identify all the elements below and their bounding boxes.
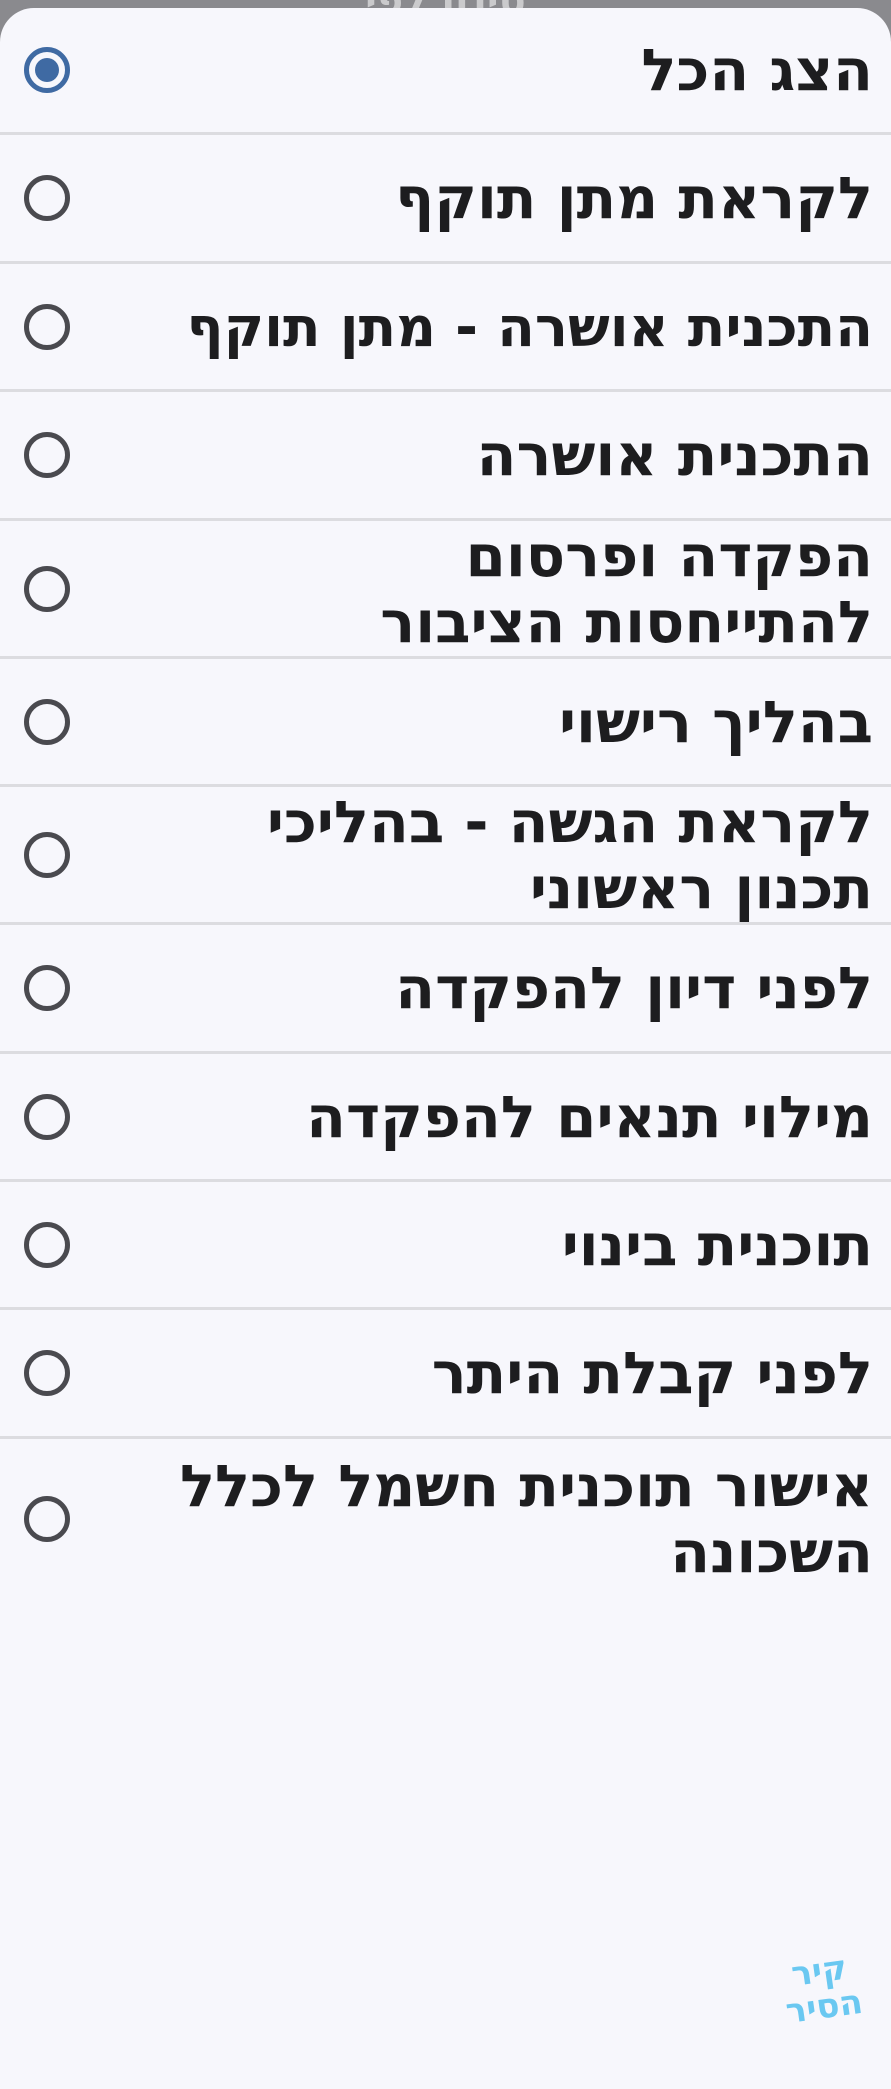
option-label: מילוי תנאים להפקדה [306, 1082, 873, 1151]
option-building-plan[interactable]: תוכנית בינוי [0, 1182, 891, 1310]
radio-unselected-icon[interactable] [24, 303, 70, 350]
radio-selected-icon[interactable] [24, 47, 70, 93]
option-label: לפני דיון להפקדה [395, 954, 873, 1022]
option-before-deposit-discussion[interactable]: לפני דיון להפקדה [0, 925, 891, 1054]
option-label: הצג הכל [641, 36, 873, 104]
radio-unselected-icon[interactable] [24, 1350, 70, 1396]
option-label: בהליך רישוי [558, 687, 873, 756]
option-deposit-conditions[interactable]: מילוי תנאים להפקדה [0, 1054, 891, 1182]
radio-unselected-icon[interactable] [24, 1496, 70, 1542]
radio-unselected-icon[interactable] [24, 565, 70, 612]
option-before-permit[interactable]: לפני קבלת היתר [0, 1310, 891, 1439]
option-electricity-plan-approval[interactable]: אישור תוכנית חשמל לכלל השכונה [0, 1439, 891, 1599]
option-towards-submission[interactable]: לקראת הגשה - בהליכי תכנון ראשוני [0, 787, 891, 925]
option-label: לקראת הגשה - בהליכי תכנון ראשוני [266, 787, 873, 922]
option-deposit-and-publication[interactable]: הפקדה ופרסום להתייחסות הציבור [0, 521, 891, 659]
radio-unselected-icon[interactable] [24, 1221, 70, 1268]
filter-bottom-sheet: הצג הכל לקראת מתן תוקף התכנית אושרה - מת… [0, 8, 891, 2089]
brand-logo: קיר הסיר [783, 1947, 866, 2033]
option-label: לקראת מתן תוקף [395, 164, 873, 232]
option-show-all[interactable]: הצג הכל [0, 8, 891, 135]
radio-unselected-icon[interactable] [24, 175, 70, 221]
option-plan-approved[interactable]: התכנית אושרה [0, 392, 891, 521]
option-towards-validation[interactable]: לקראת מתן תוקף [0, 135, 891, 264]
option-label: לפני קבלת היתר [431, 1339, 873, 1407]
option-label: התכנית אושרה [476, 421, 873, 489]
option-plan-approved-validation[interactable]: התכנית אושרה - מתן תוקף [0, 264, 891, 392]
option-label: התכנית אושרה - מתן תוקף [186, 294, 873, 359]
radio-unselected-icon[interactable] [24, 432, 70, 478]
option-label: תוכנית בינוי [561, 1210, 873, 1279]
radio-unselected-icon[interactable] [24, 1093, 70, 1140]
option-licensing-process[interactable]: בהליך רישוי [0, 659, 891, 787]
radio-unselected-icon[interactable] [24, 965, 70, 1011]
radio-unselected-icon[interactable] [24, 831, 70, 878]
radio-unselected-icon[interactable] [24, 698, 70, 745]
option-label: אישור תוכנית חשמל לכלל השכונה [179, 1452, 873, 1586]
option-label: הפקדה ופרסום להתייחסות הציבור [380, 521, 873, 656]
